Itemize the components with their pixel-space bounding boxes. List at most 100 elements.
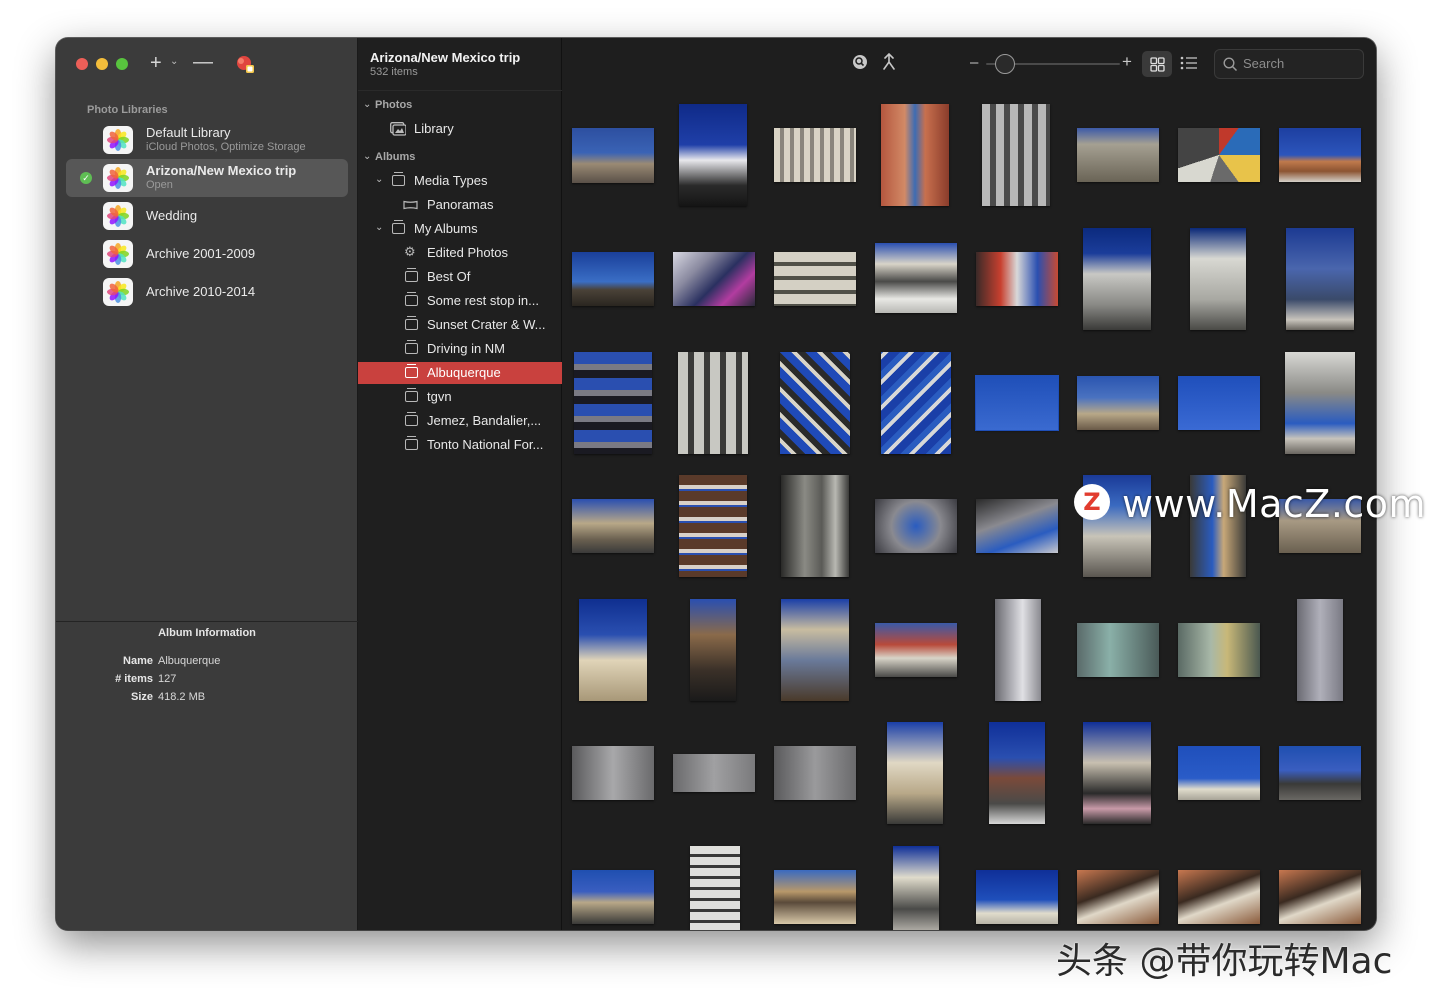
photo-thumbnail[interactable] xyxy=(995,599,1041,701)
photo-thumbnail[interactable] xyxy=(579,599,647,701)
photo-thumbnail[interactable] xyxy=(774,870,856,924)
albums-section-header[interactable]: Albums xyxy=(375,151,415,163)
library-item[interactable]: Default Library iCloud Photos, Optimize … xyxy=(66,121,348,159)
photo-thumbnail[interactable] xyxy=(572,499,654,553)
photo-thumbnail[interactable] xyxy=(976,252,1058,306)
search-field[interactable] xyxy=(1214,49,1364,79)
photo-thumbnail[interactable] xyxy=(1077,870,1159,924)
sidebar-item-panoramas[interactable]: Panoramas xyxy=(358,194,562,216)
photo-thumbnail[interactable] xyxy=(1077,376,1159,430)
photos-app-icon[interactable] xyxy=(236,55,254,73)
sidebar-item-my-albums[interactable]: ⌄ My Albums xyxy=(358,218,562,240)
search-input[interactable] xyxy=(1243,56,1353,71)
photo-thumbnail[interactable] xyxy=(572,252,654,306)
zoom-slider-knob[interactable] xyxy=(995,54,1015,74)
photo-thumbnail[interactable] xyxy=(673,252,755,306)
photo-thumbnail[interactable] xyxy=(1297,599,1343,701)
remove-library-button[interactable]: — xyxy=(193,51,213,74)
chevron-down-icon[interactable]: ⌄ xyxy=(375,174,383,185)
photo-thumbnail[interactable] xyxy=(572,746,654,800)
photo-thumbnail[interactable] xyxy=(1077,623,1159,677)
photo-thumbnail[interactable] xyxy=(887,722,943,824)
sidebar-item-album[interactable]: Some rest stop in... xyxy=(358,290,562,312)
photo-thumbnail[interactable] xyxy=(774,128,856,182)
photo-thumbnail[interactable] xyxy=(976,870,1058,924)
info-icon[interactable] xyxy=(852,54,868,70)
chevron-down-icon[interactable]: ⌄ xyxy=(170,56,178,67)
photo-thumbnail[interactable] xyxy=(690,599,736,701)
library-item[interactable]: Archive 2010-2014 xyxy=(66,273,348,311)
photo-thumbnail[interactable] xyxy=(875,243,957,313)
folder-icon xyxy=(392,172,405,186)
photo-thumbnail[interactable] xyxy=(1178,128,1260,182)
sidebar-item-album[interactable]: Tonto National For... xyxy=(358,434,562,456)
zoom-window-button[interactable] xyxy=(116,58,128,70)
sidebar-item-label: Tonto National For... xyxy=(427,437,544,452)
photo-thumbnail[interactable] xyxy=(678,352,748,454)
photo-thumbnail[interactable] xyxy=(781,599,849,701)
photo-thumbnail[interactable] xyxy=(1279,870,1361,924)
photo-thumbnail[interactable] xyxy=(1178,376,1260,430)
photo-thumbnail[interactable] xyxy=(1178,623,1260,677)
sidebar-item-album[interactable]: Driving in NM xyxy=(358,338,562,360)
minimize-window-button[interactable] xyxy=(96,58,108,70)
photos-library-icon xyxy=(103,126,133,154)
photo-thumbnail[interactable] xyxy=(1279,746,1361,800)
photo-thumbnail[interactable] xyxy=(774,746,856,800)
library-item[interactable]: Wedding xyxy=(66,197,348,235)
photo-thumbnail[interactable] xyxy=(975,375,1059,431)
photo-thumbnail[interactable] xyxy=(679,104,747,206)
photo-thumbnail[interactable] xyxy=(690,846,740,930)
photo-thumbnail[interactable] xyxy=(893,846,939,930)
zoom-out-icon[interactable]: – xyxy=(970,54,978,71)
photo-thumbnail[interactable] xyxy=(572,128,654,183)
grid-toolbar: – + xyxy=(562,38,1376,90)
sidebar-item-label: Best Of xyxy=(427,269,471,284)
photo-thumbnail[interactable] xyxy=(574,352,652,454)
sidebar-item-album[interactable]: Jemez, Bandalier,... xyxy=(358,410,562,432)
add-library-button[interactable]: + xyxy=(150,52,162,74)
photo-thumbnail[interactable] xyxy=(780,352,850,454)
photo-thumbnail[interactable] xyxy=(572,870,654,924)
photo-thumbnail[interactable] xyxy=(781,475,849,577)
sidebar-item-albuquerque[interactable]: Albuquerque xyxy=(358,362,562,384)
photo-thumbnail[interactable] xyxy=(976,499,1058,553)
photo-thumbnail[interactable] xyxy=(1083,722,1151,824)
checkmark-icon: ✓ xyxy=(80,172,92,184)
photo-thumbnail[interactable] xyxy=(1286,228,1354,330)
chevron-down-icon[interactable]: ⌄ xyxy=(363,151,371,162)
photo-thumbnail[interactable] xyxy=(1083,228,1151,330)
photo-thumbnail[interactable] xyxy=(1190,228,1246,330)
list-view-icon[interactable] xyxy=(1180,56,1198,70)
photo-thumbnail[interactable] xyxy=(881,352,951,454)
photo-thumbnail[interactable] xyxy=(982,104,1050,206)
sidebar-item-edited-photos[interactable]: ⚙ Edited Photos xyxy=(358,242,562,264)
sidebar-item-album[interactable]: Sunset Crater & W... xyxy=(358,314,562,336)
chevron-down-icon[interactable]: ⌄ xyxy=(375,222,383,233)
sidebar-item-library[interactable]: Library xyxy=(358,118,562,140)
photo-thumbnail[interactable] xyxy=(1178,746,1260,800)
library-item[interactable]: Archive 2001-2009 xyxy=(66,235,348,273)
chevron-down-icon[interactable]: ⌄ xyxy=(363,99,371,110)
photo-thumbnail[interactable] xyxy=(774,252,856,306)
library-item[interactable]: ✓ Arizona/New Mexico trip Open xyxy=(66,159,348,197)
photo-thumbnail[interactable] xyxy=(673,754,755,792)
merge-icon[interactable] xyxy=(882,53,896,71)
photo-thumbnail[interactable] xyxy=(1178,870,1260,924)
grid-view-button[interactable] xyxy=(1142,51,1172,77)
photo-thumbnail[interactable] xyxy=(1077,128,1159,182)
photos-section-header[interactable]: Photos xyxy=(375,99,412,111)
sidebar-item-label: tgvn xyxy=(427,389,452,404)
photo-thumbnail[interactable] xyxy=(989,722,1045,824)
photo-thumbnail[interactable] xyxy=(679,475,747,577)
close-window-button[interactable] xyxy=(76,58,88,70)
photo-thumbnail[interactable] xyxy=(1285,352,1355,454)
photo-thumbnail[interactable] xyxy=(875,499,957,553)
sidebar-item-album[interactable]: tgvn xyxy=(358,386,562,408)
sidebar-item-album[interactable]: Best Of xyxy=(358,266,562,288)
photo-thumbnail[interactable] xyxy=(1279,128,1361,182)
sidebar-item-media-types[interactable]: ⌄ Media Types xyxy=(358,170,562,192)
photo-thumbnail[interactable] xyxy=(875,623,957,677)
zoom-in-icon[interactable]: + xyxy=(1122,52,1132,72)
photo-thumbnail[interactable] xyxy=(881,104,949,206)
